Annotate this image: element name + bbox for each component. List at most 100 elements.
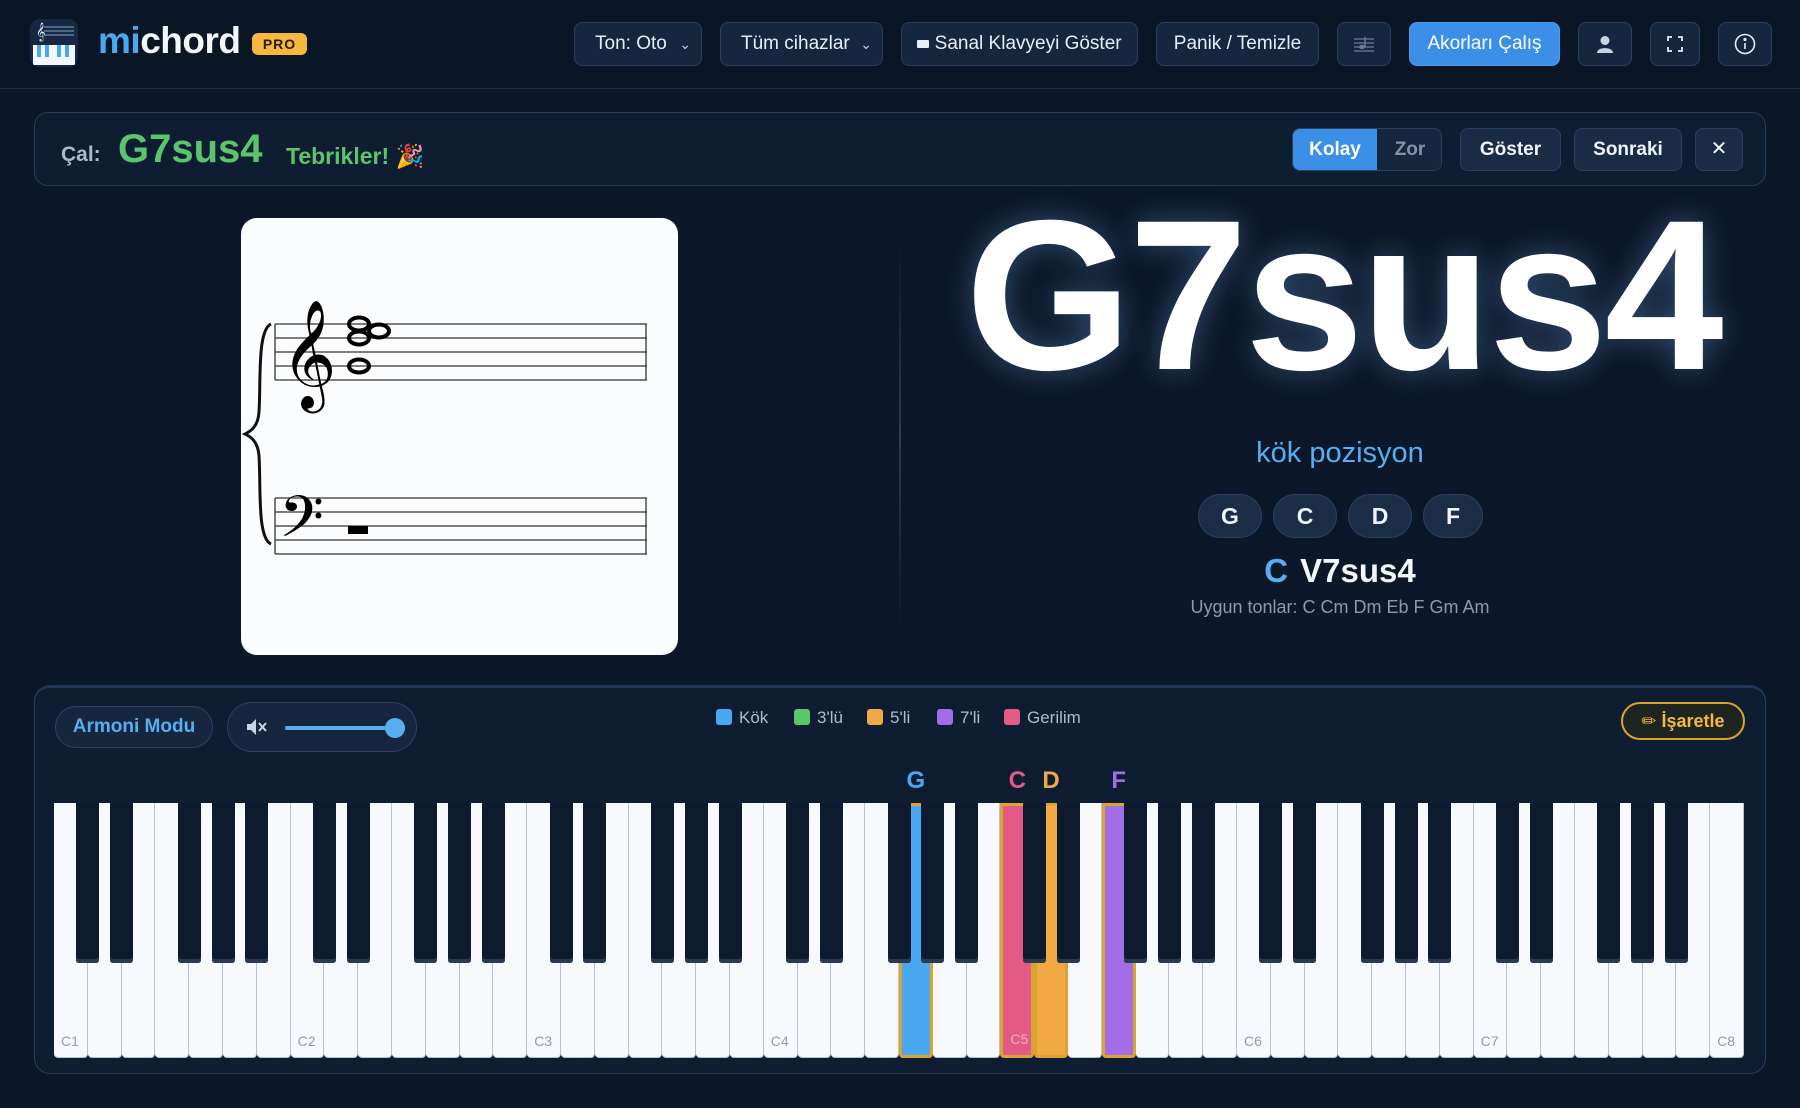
legend-tension: Gerilim: [1004, 706, 1081, 730]
black-key-D#5[interactable]: [1056, 803, 1080, 963]
black-key-G#3[interactable]: [684, 803, 708, 963]
roman-key: C: [1264, 552, 1289, 589]
black-key-D#2[interactable]: [346, 803, 370, 963]
device-select[interactable]: Tüm cihazlar ⌄: [720, 22, 883, 66]
difficulty-easy[interactable]: Kolay: [1293, 129, 1377, 170]
black-key-G#5[interactable]: [1157, 803, 1181, 963]
volume-fill: [285, 726, 395, 730]
black-key-D#1[interactable]: [110, 803, 134, 963]
treble-clef-icon: 𝄞: [281, 300, 337, 413]
user-button[interactable]: [1578, 22, 1632, 66]
black-key-C#3[interactable]: [549, 803, 573, 963]
user-icon: [1595, 33, 1615, 54]
black-key-C#5[interactable]: [1022, 803, 1046, 963]
octave-label: C7: [1480, 1033, 1499, 1049]
info-icon: [1734, 33, 1756, 55]
close-icon[interactable]: ✕: [1695, 128, 1743, 171]
next-button[interactable]: Sonraki: [1574, 128, 1682, 171]
harmony-mode-button[interactable]: Armoni Modu: [55, 706, 213, 748]
volume-control: [227, 702, 417, 752]
black-key-F#1[interactable]: [177, 803, 201, 963]
keyboard-icon: [917, 33, 934, 54]
note-tag-G: G: [906, 767, 926, 794]
tone-select[interactable]: Ton: Oto ⌄: [574, 22, 702, 66]
black-key-F#3[interactable]: [650, 803, 674, 963]
black-key-D#6[interactable]: [1293, 803, 1317, 963]
chord-note-pill: G: [1198, 494, 1262, 538]
fullscreen-icon: [1667, 33, 1683, 54]
practice-bar: Çal: G7sus4 Tebrikler! 🎉 Kolay Zor Göste…: [34, 112, 1766, 186]
play-label: Çal:: [61, 143, 101, 166]
black-key-G#6[interactable]: [1394, 803, 1418, 963]
black-key-C#6[interactable]: [1259, 803, 1283, 963]
chevron-down-icon: ⌄: [860, 36, 872, 52]
black-key-C#1[interactable]: [76, 803, 100, 963]
legend-fifth: 5'li: [867, 706, 910, 730]
black-key-F#7[interactable]: [1597, 803, 1621, 963]
chord-note-pill: F: [1423, 494, 1483, 538]
octave-label: C3: [534, 1033, 553, 1049]
play-chords-button[interactable]: Akorları Çalış: [1409, 22, 1560, 66]
black-key-A#4[interactable]: [955, 803, 979, 963]
speaker-icon: [244, 716, 268, 743]
black-key-A#3[interactable]: [718, 803, 742, 963]
difficulty-toggle: Kolay Zor: [1292, 128, 1442, 171]
success-message: Tebrikler! 🎉: [286, 143, 425, 169]
target-chord: G7sus4: [118, 127, 263, 171]
tone-select-label: Ton: Oto: [595, 33, 667, 54]
black-key-A#5[interactable]: [1191, 803, 1215, 963]
chord-note-pill: C: [1273, 494, 1337, 538]
roman-function: V7sus4: [1300, 552, 1416, 589]
inversion-label: kök pozisyon: [1256, 437, 1424, 469]
white-key-C8[interactable]: C8: [1710, 803, 1744, 1058]
black-key-A#1[interactable]: [245, 803, 269, 963]
octave-label: C4: [770, 1033, 789, 1049]
chord-note-pill: D: [1348, 494, 1412, 538]
black-key-G#2[interactable]: [448, 803, 472, 963]
black-key-G#1[interactable]: [211, 803, 235, 963]
black-key-F#4[interactable]: [887, 803, 911, 963]
virtual-keyboard-button[interactable]: Sanal Klavyeyi Göster: [901, 22, 1138, 66]
whole-rest-icon: [348, 526, 368, 534]
octave-label: C6: [1244, 1033, 1262, 1049]
app-header: 𝄞 michord PRO Ton: Oto ⌄ Tüm cihazlar ⌄ …: [0, 0, 1800, 89]
black-key-F#5[interactable]: [1124, 803, 1148, 963]
show-button[interactable]: Göster: [1460, 128, 1561, 171]
fullscreen-button[interactable]: [1650, 22, 1700, 66]
black-key-A#6[interactable]: [1428, 803, 1452, 963]
legend-swatch: [867, 709, 883, 725]
legend-swatch: [794, 709, 810, 725]
sheet-music-icon: [1353, 33, 1375, 54]
sheet-music-icon-button[interactable]: [1337, 22, 1391, 66]
black-key-D#3[interactable]: [583, 803, 607, 963]
info-button[interactable]: [1718, 22, 1772, 66]
black-key-C#2[interactable]: [312, 803, 336, 963]
piano-keyboard: C1 C2 C3 C4 C5 C6 C7 C8: [54, 803, 1744, 1058]
legend-swatch: [1004, 709, 1020, 725]
svg-text:𝄞: 𝄞: [36, 22, 45, 42]
difficulty-hard[interactable]: Zor: [1377, 129, 1441, 170]
black-key-D#4[interactable]: [819, 803, 843, 963]
black-key-C#4[interactable]: [786, 803, 810, 963]
bass-clef-icon: 𝄢: [279, 483, 324, 565]
staff-notation: 𝄞 𝄢: [241, 300, 647, 565]
black-key-G#4[interactable]: [921, 803, 945, 963]
device-select-label: Tüm cihazlar: [741, 33, 850, 54]
volume-slider-thumb[interactable]: [385, 718, 405, 738]
black-key-F#2[interactable]: [414, 803, 438, 963]
chord-name-display: G7sus4: [965, 176, 1723, 415]
chord-notes: G C D F: [1198, 494, 1488, 538]
sheet-music-card: 𝄞 𝄢: [241, 218, 678, 655]
black-key-A#2[interactable]: [481, 803, 505, 963]
black-key-A#7[interactable]: [1664, 803, 1688, 963]
black-key-G#7[interactable]: [1631, 803, 1655, 963]
mark-button[interactable]: ✏ İşaretle: [1621, 702, 1745, 740]
pro-badge: PRO: [252, 33, 307, 55]
black-key-F#6[interactable]: [1360, 803, 1384, 963]
panic-button[interactable]: Panik / Temizle: [1156, 22, 1319, 66]
note-tag-D: D: [1042, 767, 1060, 794]
black-key-D#7[interactable]: [1529, 803, 1553, 963]
octave-label: C2: [297, 1033, 316, 1049]
legend-seventh: 7'li: [937, 706, 980, 730]
black-key-C#7[interactable]: [1495, 803, 1519, 963]
